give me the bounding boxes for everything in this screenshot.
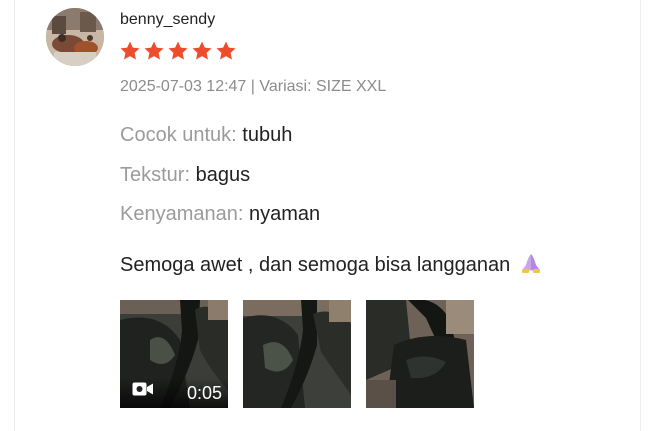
star-rating [119, 40, 237, 62]
video-duration: 0:05 [186, 383, 222, 403]
review-image-thumbnail[interactable] [366, 300, 474, 408]
star-icon [191, 40, 213, 62]
attribute-row-fit: Cocok untuk: tubuh [120, 124, 292, 147]
folded-hands-icon [520, 252, 542, 280]
star-icon [143, 40, 165, 62]
avatar[interactable] [46, 8, 104, 66]
right-divider [640, 0, 641, 431]
attribute-row-comfort: Kenyamanan: nyaman [120, 203, 320, 226]
attribute-row-texture: Tekstur: bagus [120, 164, 250, 187]
attribute-value: nyaman [248, 203, 321, 225]
review-comment: Semoga awet , dan semoga bisa langganan [120, 252, 542, 280]
attribute-label: Kenyamanan: [120, 203, 244, 225]
attribute-label: Tekstur: [120, 164, 191, 186]
left-divider [14, 0, 15, 431]
attribute-value: tubuh [242, 124, 293, 146]
star-icon [119, 40, 141, 62]
star-icon [215, 40, 237, 62]
video-camera-icon [132, 382, 154, 401]
attribute-value: bagus [195, 164, 251, 186]
review-comment-text: Semoga awet , dan semoga bisa langganan [120, 254, 511, 276]
star-icon [167, 40, 189, 62]
review-image-thumbnail[interactable] [243, 300, 351, 408]
review-meta: 2025-07-03 12:47 | Variasi: SIZE XXL [120, 78, 387, 95]
review-video-thumbnail[interactable]: 0:05 [120, 300, 228, 408]
reviewer-username: benny_sendy [120, 11, 216, 28]
attribute-label: Cocok untuk: [120, 124, 237, 146]
